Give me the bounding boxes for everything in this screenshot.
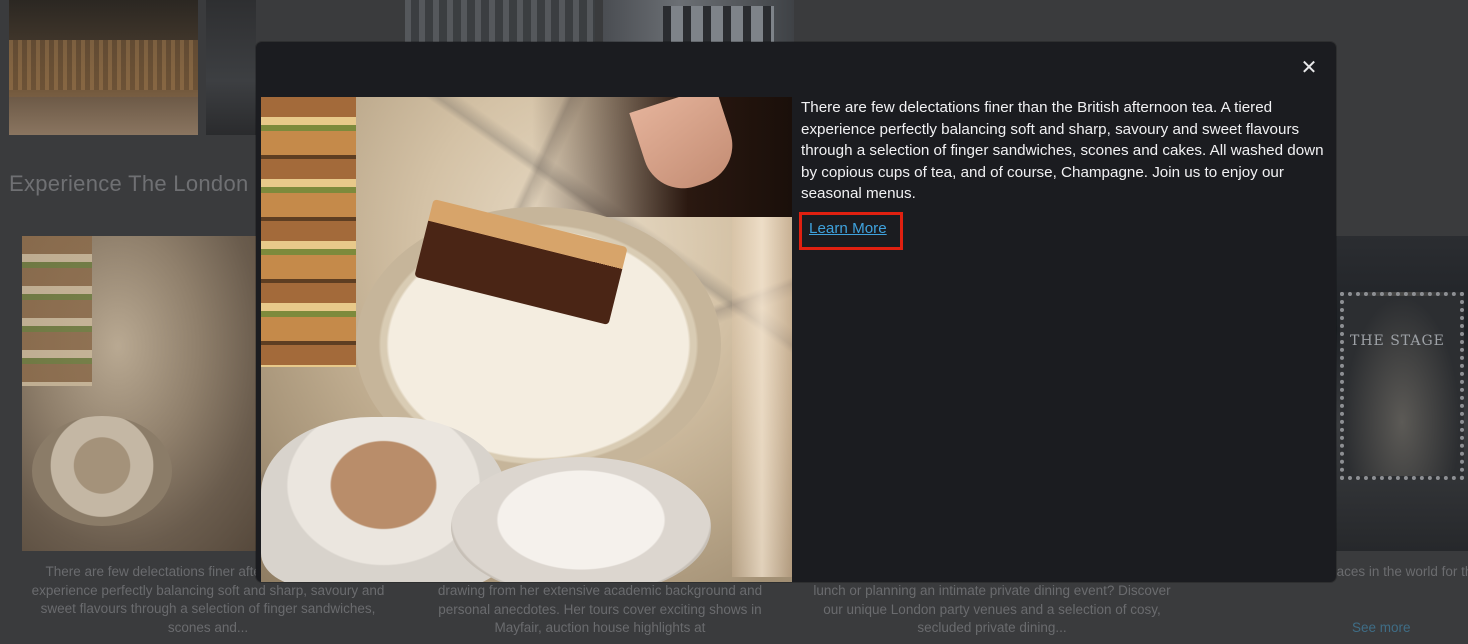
- photo-sandwich-tier: [261, 97, 356, 367]
- photo-champagne-glass: [732, 217, 792, 577]
- afternoon-tea-photo: [261, 97, 792, 582]
- learn-more-link[interactable]: Learn More: [809, 219, 887, 239]
- afternoon-tea-modal: ✕ There are few delectations finer than …: [256, 42, 1336, 582]
- modal-description: There are few delectations finer than th…: [801, 99, 1324, 203]
- close-icon[interactable]: ✕: [1300, 57, 1318, 77]
